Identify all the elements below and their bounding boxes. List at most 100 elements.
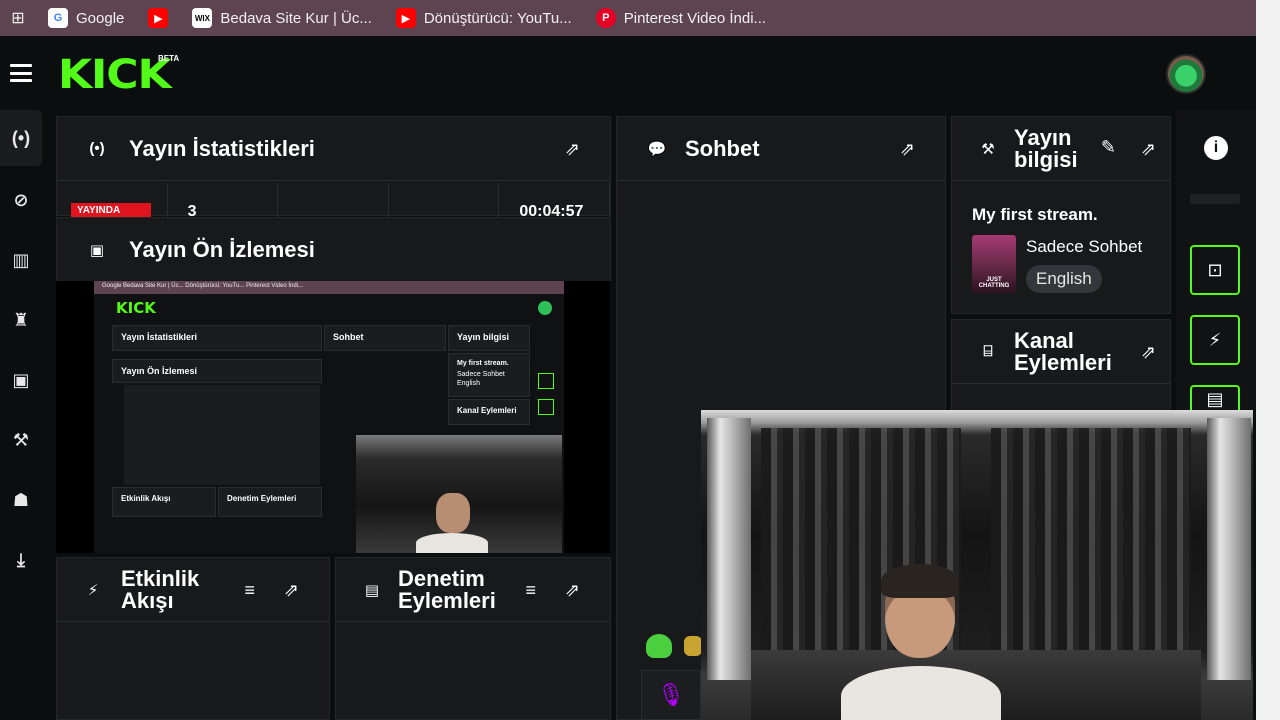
- stats-header: (•) Yayın İstatistikleri ⇗: [57, 117, 610, 181]
- chat-header: 💬 Sohbet ⇗: [617, 117, 945, 181]
- info-icon[interactable]: i: [1204, 136, 1228, 160]
- stats-panel: (•) Yayın İstatistikleri ⇗ YAYINDA 3 00:…: [56, 116, 611, 220]
- chat-bubble-icon: 💬: [647, 140, 667, 158]
- activity-header: ⚡ Etkinlik Akışı ≡ ⇗: [57, 558, 329, 622]
- kick-logo[interactable]: KICK: [58, 52, 172, 98]
- panel-title: Kanal Eylemleri: [1014, 327, 1112, 375]
- popout-icon[interactable]: ⇗: [900, 139, 915, 160]
- filter-icon[interactable]: ≡: [525, 580, 536, 601]
- preview-screen: Google Bedava Site Kur | Üc... Dönüştürü…: [94, 281, 564, 553]
- bookmark-converter[interactable]: ▶ Dönüştürücü: YouTu...: [384, 0, 584, 36]
- left-pillar: [707, 418, 751, 680]
- mini-chat: Sohbet: [324, 325, 446, 351]
- streamer: [841, 564, 1001, 720]
- panel-title: Sohbet: [685, 135, 760, 161]
- menu-button[interactable]: ▤: [1190, 385, 1240, 411]
- mini-stream-title: My first stream.: [457, 360, 509, 367]
- mini-info: Yayın bilgisi: [448, 325, 530, 351]
- mini-stage: [356, 435, 562, 553]
- popout-icon[interactable]: ⇗: [1141, 139, 1156, 160]
- emote-icon[interactable]: [646, 634, 672, 658]
- capture-icon: ⊡: [1207, 259, 1223, 280]
- streamer-body: [841, 666, 1001, 720]
- filter-icon[interactable]: ≡: [244, 580, 255, 601]
- broadcast-icon: (•): [89, 140, 105, 157]
- mini-bookmarks: Google Bedava Site Kur | Üc... Dönüştürü…: [94, 281, 564, 294]
- google-icon: G: [48, 8, 68, 28]
- bookmark-label: Dönüştürücü: YouTu...: [423, 9, 572, 27]
- wrench-icon[interactable]: ⚒: [0, 412, 42, 468]
- popout-icon[interactable]: ⇗: [284, 580, 299, 601]
- channel-actions-icon: ⌸: [983, 343, 993, 360]
- video-icon[interactable]: ▣: [0, 352, 42, 408]
- channel-actions-header: ⌸ Kanal Eylemleri ⇗: [952, 320, 1170, 384]
- bookmark-youtube[interactable]: ▶: [136, 0, 180, 36]
- bookmark-pinterest[interactable]: P Pinterest Video İndi...: [584, 0, 778, 36]
- apps-grid-icon[interactable]: ⊞: [0, 8, 36, 28]
- panel-title: Yayın İstatistikleri: [129, 135, 315, 161]
- lightning-icon: ⚡: [87, 581, 99, 599]
- popout-icon[interactable]: ⇗: [565, 580, 580, 601]
- user-avatar[interactable]: [1166, 54, 1206, 94]
- menu-icon[interactable]: [10, 64, 32, 82]
- link-icon[interactable]: ⊘: [0, 172, 42, 228]
- mini-logo: KICK: [116, 299, 156, 317]
- preview-icon: ▣: [89, 241, 105, 259]
- activity-feed-panel: ⚡ Etkinlik Akışı ≡ ⇗: [56, 557, 330, 720]
- download-icon[interactable]: ⤓: [0, 532, 42, 588]
- stream-info-panel: ⚒ Yayın bilgisi ✎ ⇗ My first stream. JUS…: [951, 116, 1171, 314]
- capture-button[interactable]: ⊡: [1190, 245, 1240, 295]
- bookmark-google[interactable]: G Google: [36, 0, 136, 36]
- bookmark-wix[interactable]: WIX Bedava Site Kur | Üc...: [180, 0, 383, 36]
- microphone-icon[interactable]: 🎙: [641, 670, 701, 720]
- streamer-hair: [881, 564, 959, 598]
- mini-channel: Kanal Eylemleri: [448, 399, 530, 425]
- popout-icon[interactable]: ⇗: [1141, 342, 1156, 363]
- mini-info-body: My first stream. Sadece Sohbet English: [448, 353, 530, 397]
- panel-title: Yayın bilgisi: [1014, 124, 1078, 172]
- emote-icon[interactable]: [684, 636, 702, 656]
- edit-pencil-icon[interactable]: ✎: [1101, 137, 1116, 158]
- stats-row: YAYINDA 3 00:04:57: [57, 183, 610, 220]
- preview-header: ▣ Yayın Ön İzlemesi: [57, 218, 610, 282]
- webcam-overlay: [701, 410, 1253, 720]
- popout-icon[interactable]: ⇗: [565, 139, 580, 160]
- dashboard-sidebar: (•) ⊘ ▥ ♜ ▣ ⚒ ☗ ⤓: [0, 110, 42, 720]
- top-navbar: KICK BETA: [0, 36, 1256, 110]
- mini-language: English: [457, 380, 480, 387]
- right-curtain: [991, 428, 1191, 668]
- mini-stats: Yayın İstatistikleri: [112, 325, 322, 351]
- mini-category: Sadece Sohbet: [457, 371, 505, 378]
- mini-body: [416, 533, 488, 553]
- mini-activity: Etkinlik Akışı: [112, 487, 216, 517]
- trophy-icon[interactable]: ♜: [0, 292, 42, 348]
- bookmarks-bar: ⊞ G Google ▶ WIX Bedava Site Kur | Üc... ▶…: [0, 0, 1256, 36]
- lightning-button[interactable]: ⚡: [1190, 315, 1240, 365]
- category-row: JUST CHATTING Sadece Sohbet English: [972, 235, 1142, 293]
- panel-title: Etkinlik Akışı: [121, 565, 200, 613]
- panel-title: Denetim Eylemleri: [398, 565, 496, 613]
- wix-icon: WIX: [192, 8, 213, 28]
- bookmark-label: Pinterest Video İndi...: [623, 9, 767, 27]
- quick-divider: [1190, 194, 1240, 204]
- analytics-icon[interactable]: ▥: [0, 232, 42, 288]
- wrench-icon: ⚒: [981, 140, 995, 158]
- mini-person: [436, 493, 470, 533]
- info-header: ⚒ Yayın bilgisi ✎ ⇗: [952, 117, 1170, 181]
- document-icon: ▤: [364, 581, 380, 599]
- window-edge: [1256, 0, 1280, 720]
- mini-preview-thumb: [124, 385, 320, 485]
- bookmark-label: Google: [76, 9, 125, 27]
- category-name: Sadece Sohbet: [1026, 237, 1143, 256]
- stream-preview[interactable]: Google Bedava Site Kur | Üc... Dönüştürü…: [56, 281, 610, 553]
- youtube-icon: ▶: [395, 8, 416, 28]
- right-pillar: [1207, 418, 1251, 680]
- mod-actions-panel: ▤ Denetim Eylemleri ≡ ⇗: [335, 557, 611, 720]
- users-icon[interactable]: ☗: [0, 472, 42, 528]
- pinterest-icon: P: [595, 8, 616, 28]
- preview-panel: ▣ Yayın Ön İzlemesi: [56, 217, 611, 282]
- broadcast-icon[interactable]: (•): [0, 110, 42, 166]
- lightning-icon: ⚡: [1208, 329, 1222, 350]
- mini-quick-2: [538, 399, 554, 415]
- bookmark-label: Bedava Site Kur | Üc...: [220, 9, 372, 27]
